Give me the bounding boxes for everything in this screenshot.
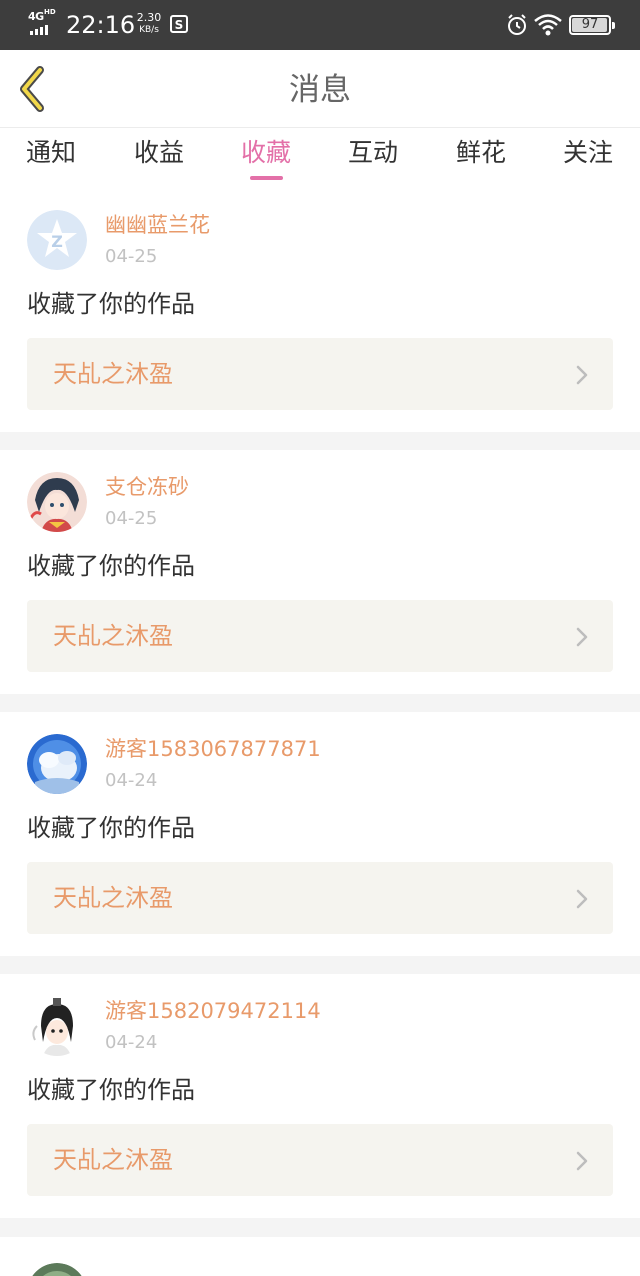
message-card: Z 幽幽蓝兰花 04-25 收藏了你的作品 天乩之沐盈 (0, 188, 640, 432)
message-date: 04-24 (105, 770, 158, 791)
svg-text:Z: Z (51, 232, 63, 251)
avatar[interactable] (27, 1263, 87, 1276)
tab-earnings[interactable]: 收益 (134, 136, 184, 170)
avatar[interactable] (27, 734, 87, 794)
work-title: 天乩之沐盈 (53, 622, 173, 650)
avatar[interactable] (27, 996, 87, 1056)
message-text: 收藏了你的作品 (27, 290, 195, 318)
message-card: 游客1582079472114 04-24 收藏了你的作品 天乩之沐盈 (0, 974, 640, 1218)
username[interactable]: 游客1583067877871 (105, 736, 321, 762)
tab-bar: 通知 收益 收藏 互动 鲜花 关注 (0, 128, 640, 188)
work-link[interactable]: 天乩之沐盈 (27, 1124, 613, 1196)
avatar[interactable] (27, 472, 87, 532)
message-card: 游客1583067877871 04-24 收藏了你的作品 天乩之沐盈 (0, 712, 640, 956)
message-text: 收藏了你的作品 (27, 814, 195, 842)
page-title: 消息 (289, 72, 351, 108)
battery-icon: 97 (569, 15, 615, 35)
speed-unit: KB/s (139, 25, 159, 35)
battery-text: 97 (581, 17, 599, 32)
work-link[interactable]: 天乩之沐盈 (27, 338, 613, 410)
tab-interactions[interactable]: 互动 (348, 136, 398, 170)
network-speed: 2.30 KB/s (134, 12, 164, 36)
work-title: 天乩之沐盈 (53, 884, 173, 912)
avatar[interactable]: Z (27, 210, 87, 270)
message-date: 04-25 (105, 246, 158, 267)
message-text: 收藏了你的作品 (27, 552, 195, 580)
signal-icon: 4G HD (28, 8, 60, 36)
speed-value: 2.30 (136, 11, 162, 24)
wifi-icon (534, 14, 562, 36)
chevron-right-icon (576, 627, 588, 647)
message-card: 支仓冻砂 04-25 收藏了你的作品 天乩之沐盈 (0, 450, 640, 694)
chevron-right-icon (576, 365, 588, 385)
username[interactable]: 支仓冻砂 (105, 474, 189, 500)
tab-following[interactable]: 关注 (563, 136, 613, 170)
tab-favorites[interactable]: 收藏 (241, 136, 291, 170)
clock: 22:16 (66, 11, 136, 39)
network-type: 4G (28, 10, 44, 23)
tab-flowers[interactable]: 鲜花 (456, 136, 506, 170)
app-notification-icon: S (170, 15, 188, 33)
work-title: 天乩之沐盈 (53, 360, 173, 388)
message-text: 收藏了你的作品 (27, 1076, 195, 1104)
active-tab-indicator (250, 176, 283, 180)
message-date: 04-24 (105, 1032, 158, 1053)
work-title: 天乩之沐盈 (53, 1146, 173, 1174)
username[interactable]: 幽幽蓝兰花 (105, 212, 210, 238)
message-card-partial (0, 1237, 640, 1276)
status-bar: 4G HD 22:16 2.30 KB/s S 97 (0, 0, 640, 50)
app-header: 消息 (0, 50, 640, 128)
work-link[interactable]: 天乩之沐盈 (27, 862, 613, 934)
chevron-right-icon (576, 889, 588, 909)
message-date: 04-25 (105, 508, 158, 529)
username[interactable]: 游客1582079472114 (105, 998, 321, 1024)
alarm-icon (508, 14, 526, 35)
network-sup: HD (44, 8, 56, 16)
tab-notifications[interactable]: 通知 (26, 136, 76, 170)
svg-text:S: S (175, 18, 184, 32)
work-link[interactable]: 天乩之沐盈 (27, 600, 613, 672)
chevron-right-icon (576, 1151, 588, 1171)
